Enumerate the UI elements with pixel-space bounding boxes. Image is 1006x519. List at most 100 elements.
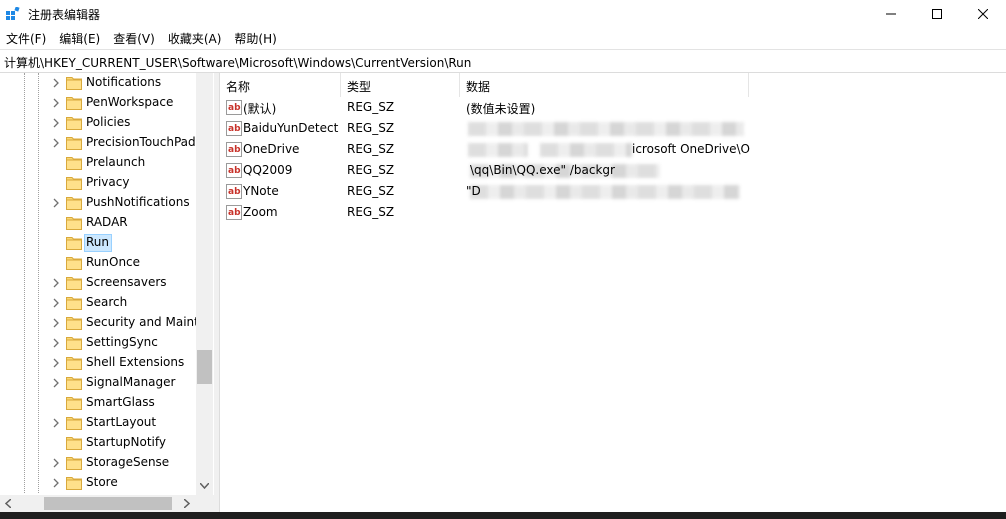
tree-item[interactable]: PrecisionTouchPad [0, 133, 196, 153]
address-bar[interactable]: 计算机\HKEY_CURRENT_USER\Software\Microsoft… [0, 49, 1006, 73]
string-value-icon: ab [226, 121, 242, 136]
tree-item-label: Prelaunch [86, 155, 146, 169]
scroll-left-icon[interactable] [5, 499, 11, 508]
folder-icon [66, 317, 82, 330]
list-row[interactable]: ab YNote REG_SZ "D [220, 181, 1006, 202]
minimize-button[interactable] [868, 0, 914, 28]
chevron-right-icon[interactable] [51, 97, 61, 109]
redacted-region [468, 143, 528, 157]
close-button[interactable] [960, 0, 1006, 28]
chevron-right-icon[interactable] [51, 417, 61, 429]
tree-item-label: StorageSense [86, 455, 170, 469]
tree-item[interactable]: SignalManager [0, 373, 196, 393]
list-row[interactable]: ab QQ2009 REG_SZ \qq\Bin\QQ.exe" /backgr [220, 160, 1006, 181]
tree-horizontal-scroll-thumb[interactable] [44, 497, 172, 510]
tree-item[interactable]: Search [0, 293, 196, 313]
tree-item[interactable]: SmartGlass [0, 393, 196, 413]
folder-icon [66, 457, 82, 470]
scroll-right-icon[interactable] [184, 499, 190, 508]
tree-vertical-scroll-thumb[interactable] [197, 350, 212, 384]
value-data: \qq\Bin\QQ.exe" /backgr [470, 163, 615, 177]
column-header-type[interactable]: 类型 [341, 73, 460, 97]
tree-item-label: RunOnce [86, 255, 141, 269]
tree-item[interactable]: Privacy [0, 173, 196, 193]
svg-text:ab: ab [228, 208, 241, 218]
chevron-right-icon[interactable] [51, 277, 61, 289]
tree-item[interactable]: Notifications [0, 73, 196, 93]
value-data: (数值未设置) [466, 102, 536, 116]
folder-icon [66, 157, 82, 170]
tree-item-label: SignalManager [86, 375, 176, 389]
string-value-icon: ab [226, 100, 242, 115]
tree-item[interactable]: StartupNotify [0, 433, 196, 453]
tree-item[interactable]: PushNotifications [0, 193, 196, 213]
tree-item-label: Search [86, 295, 128, 309]
folder-icon [66, 137, 82, 150]
svg-text:ab: ab [228, 145, 241, 155]
tree-item-label: Security and Mainte [86, 315, 198, 329]
folder-icon [66, 377, 82, 390]
tree-item-label: PenWorkspace [86, 95, 174, 109]
chevron-right-icon[interactable] [51, 457, 61, 469]
chevron-right-icon[interactable] [51, 137, 61, 149]
tree-item-label: Screensavers [86, 275, 167, 289]
chevron-right-icon[interactable] [51, 117, 61, 129]
list-row[interactable]: ab Zoom REG_SZ [220, 202, 1006, 223]
tree-vertical-scrollbar[interactable] [196, 73, 213, 495]
value-type: REG_SZ [347, 100, 395, 114]
tree-item[interactable]: PenWorkspace [0, 93, 196, 113]
list-row[interactable]: ab BaiduYunDetect REG_SZ [220, 118, 1006, 139]
minimize-icon [886, 13, 896, 15]
tree-item-label: PushNotifications [86, 195, 190, 209]
svg-text:ab: ab [228, 166, 241, 176]
tree-item[interactable]: Screensavers [0, 273, 196, 293]
value-type: REG_SZ [347, 163, 395, 177]
tree-horizontal-scrollbar[interactable] [0, 495, 214, 512]
menu-help[interactable]: 帮助(H) [228, 29, 283, 49]
tree-item[interactable]: RunOnce [0, 253, 196, 273]
tree-item[interactable]: SettingSync [0, 333, 196, 353]
chevron-right-icon[interactable] [51, 357, 61, 369]
chevron-right-icon[interactable] [51, 317, 61, 329]
string-value-icon: ab [226, 205, 242, 220]
folder-icon [66, 237, 82, 250]
menu-view[interactable]: 查看(V) [107, 29, 162, 49]
value-list[interactable]: 名称 类型 数据 ab (默认) REG_SZ (数值未设置) ab BaiduYunDe… [220, 73, 1006, 519]
string-value-icon: ab [226, 184, 242, 199]
list-row[interactable]: ab (默认) REG_SZ (数值未设置) [220, 97, 1006, 118]
tree-item[interactable]: Store [0, 473, 196, 493]
tree-item[interactable]: StorageSense [0, 453, 196, 473]
scroll-down-icon[interactable] [200, 483, 209, 489]
menu-bar: 文件(F) 编辑(E) 查看(V) 收藏夹(A) 帮助(H) [0, 29, 1006, 49]
tree-item[interactable]: Prelaunch [0, 153, 196, 173]
key-tree[interactable]: Notifications PenWorkspace Policies Precisi… [0, 73, 214, 519]
value-data: icrosoft OneDrive\O... [632, 142, 750, 156]
tree-item[interactable]: Security and Mainte [0, 313, 198, 333]
value-type: REG_SZ [347, 205, 395, 219]
menu-edit[interactable]: 编辑(E) [53, 29, 107, 49]
address-path[interactable]: 计算机\HKEY_CURRENT_USER\Software\Microsoft… [4, 54, 471, 71]
column-header-name[interactable]: 名称 [220, 73, 341, 97]
chevron-right-icon[interactable] [51, 77, 61, 89]
value-name: BaiduYunDetect [243, 121, 339, 135]
tree-item[interactable]: StartLayout [0, 413, 196, 433]
menu-favorites[interactable]: 收藏夹(A) [162, 29, 229, 49]
tree-item-label: RADAR [86, 215, 128, 229]
folder-icon [66, 357, 82, 370]
chevron-right-icon[interactable] [51, 297, 61, 309]
chevron-right-icon[interactable] [51, 337, 61, 349]
tree-item[interactable]: Run [0, 233, 196, 253]
tree-item[interactable]: RADAR [0, 213, 196, 233]
chevron-right-icon[interactable] [51, 477, 61, 489]
chevron-right-icon[interactable] [51, 377, 61, 389]
folder-icon [66, 257, 82, 270]
list-row[interactable]: ab OneDrive REG_SZ icrosoft OneDrive\O... [220, 139, 1006, 160]
tree-item[interactable]: Shell Extensions [0, 353, 196, 373]
chevron-right-icon[interactable] [51, 197, 61, 209]
menu-file[interactable]: 文件(F) [0, 29, 53, 49]
tree-item[interactable]: Policies [0, 113, 196, 133]
folder-icon [66, 477, 82, 490]
column-header-data[interactable]: 数据 [460, 73, 749, 97]
maximize-button[interactable] [914, 0, 960, 28]
maximize-icon [932, 9, 942, 19]
